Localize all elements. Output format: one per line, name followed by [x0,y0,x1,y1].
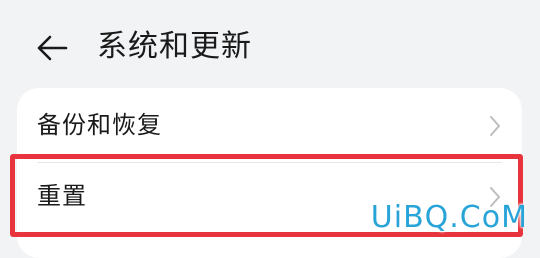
watermark: UiBQ.CoM [370,200,528,235]
chevron-right-icon [490,116,500,136]
settings-item-label: 备份和恢复 [37,111,162,139]
page-title: 系统和更新 [97,29,252,64]
arrow-left-icon [37,35,68,61]
back-button[interactable] [30,28,74,68]
settings-item-backup-restore[interactable]: 备份和恢复 [17,90,522,163]
settings-item-label: 重置 [37,182,87,210]
header: 系统和更新 [0,0,540,92]
